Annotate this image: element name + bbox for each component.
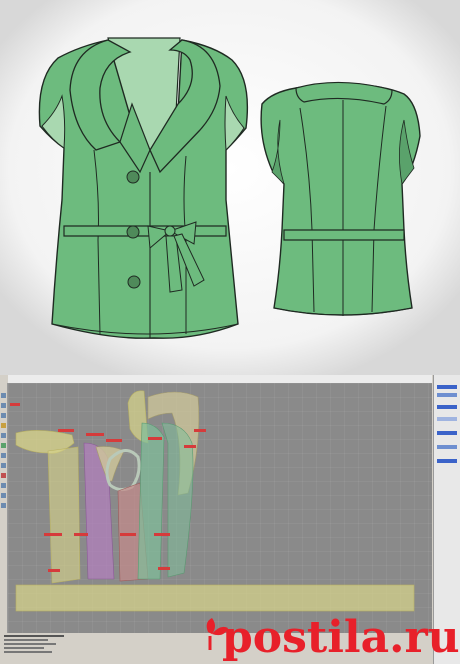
piece-belt[interactable] <box>15 584 415 612</box>
bow-knot <box>164 225 176 237</box>
tool-icon[interactable] <box>1 483 6 488</box>
layer-item[interactable] <box>437 459 457 463</box>
dim-label <box>158 567 170 570</box>
back-view <box>260 81 421 316</box>
layers-panel <box>433 375 460 664</box>
dim-label <box>194 429 206 432</box>
status-line <box>4 651 52 653</box>
dim-label <box>184 445 196 448</box>
layer-item[interactable] <box>437 417 457 421</box>
status-line <box>4 635 64 637</box>
status-line <box>4 647 44 649</box>
back-belt <box>283 229 405 241</box>
tool-icon[interactable] <box>1 393 6 398</box>
status-area <box>0 633 433 664</box>
tool-icon[interactable] <box>1 403 6 408</box>
dim-label <box>48 569 60 572</box>
dim-label <box>74 533 88 536</box>
piece-back-center[interactable] <box>47 446 81 584</box>
layer-item[interactable] <box>437 393 457 397</box>
layer-item[interactable] <box>437 431 457 435</box>
layer-item[interactable] <box>437 385 457 389</box>
vest-drawings <box>0 0 460 375</box>
dim-label <box>106 439 122 442</box>
tool-icon[interactable] <box>1 473 6 478</box>
back-body <box>260 82 421 316</box>
dim-label <box>148 437 162 440</box>
cad-window <box>0 375 460 664</box>
left-toolbar <box>0 383 8 633</box>
button-3 <box>127 275 141 289</box>
dim-label <box>86 433 104 436</box>
dim-label <box>44 533 62 536</box>
button-2 <box>126 225 140 239</box>
dim-label <box>154 533 170 536</box>
tool-icon[interactable] <box>1 463 6 468</box>
dim-label <box>10 403 20 406</box>
layer-item[interactable] <box>437 445 457 449</box>
layer-item[interactable] <box>437 405 457 409</box>
garment-illustration <box>0 0 460 375</box>
tool-icon[interactable] <box>1 503 6 508</box>
front-belt <box>63 225 227 237</box>
dim-label <box>58 429 74 432</box>
tool-icon[interactable] <box>1 443 6 448</box>
tool-icon[interactable] <box>1 423 6 428</box>
front-view <box>38 37 249 339</box>
status-line <box>4 639 48 641</box>
status-line <box>4 643 56 645</box>
piece-front[interactable] <box>137 422 165 580</box>
pattern-workspace[interactable] <box>8 383 432 633</box>
dim-label <box>120 533 136 536</box>
button-1 <box>126 170 140 184</box>
tool-icon[interactable] <box>1 413 6 418</box>
tool-icon[interactable] <box>1 493 6 498</box>
tool-icon[interactable] <box>1 453 6 458</box>
tool-icon[interactable] <box>1 433 6 438</box>
